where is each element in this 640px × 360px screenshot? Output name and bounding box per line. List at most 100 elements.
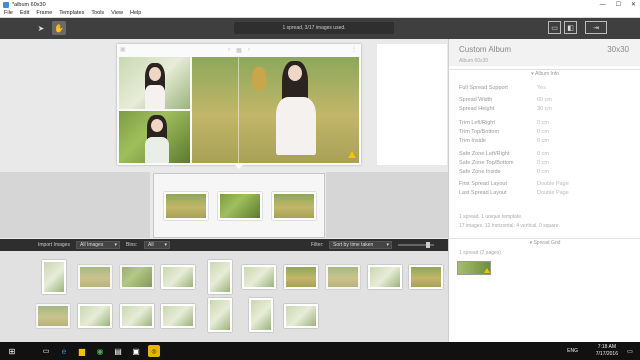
photo-frame-bottom-left[interactable] — [119, 111, 190, 163]
close-button[interactable]: ✕ — [631, 1, 636, 8]
info-row: Full Spread Support Yes — [459, 85, 546, 91]
album-app-icon[interactable]: ◎ — [148, 345, 160, 357]
info-row: Last Spread Layout Double Page — [459, 190, 569, 196]
hand-pan-icon[interactable]: ✋ — [52, 21, 66, 35]
spread-handle-icon[interactable]: ▣ — [120, 46, 126, 53]
low-resolution-warning-icon[interactable] — [348, 151, 356, 158]
menu-tools[interactable]: Tools — [91, 10, 104, 16]
spread-warning-icon — [484, 268, 490, 273]
photo-frame-large[interactable] — [192, 57, 359, 163]
file-explorer-icon[interactable]: ▆ — [76, 345, 88, 357]
pineapple — [252, 67, 266, 91]
info-row: Spread Width 60 cm — [459, 97, 552, 103]
gallery-image[interactable] — [161, 265, 195, 289]
album-subtitle: Album 60x30 — [459, 58, 489, 64]
filmstrip-right-area — [326, 172, 448, 238]
menu-view[interactable]: View — [111, 10, 123, 16]
import-toolbar: Import Images All Images ▾ Bins: All ▾ Fil… — [0, 239, 448, 251]
menu-templates[interactable]: Templates — [59, 10, 84, 16]
window-title: *album 60x30 — [12, 1, 46, 8]
album-summary-line2: 17 images. 12 horizontal. 4 vertical. 0 … — [459, 223, 560, 229]
gallery-image[interactable] — [249, 298, 273, 332]
spread-menu-icon[interactable]: ⋮ — [351, 46, 357, 53]
person-face — [151, 119, 163, 132]
gallery-image[interactable] — [120, 265, 154, 289]
spread-filmstrip — [153, 173, 325, 238]
minimize-button[interactable]: — — [600, 2, 606, 8]
maximize-button[interactable]: ☐ — [616, 1, 621, 8]
app-logo-icon — [3, 1, 9, 8]
gallery-image[interactable] — [284, 304, 318, 328]
gallery-image[interactable] — [78, 265, 112, 289]
chevron-down-icon: ▾ — [114, 242, 117, 248]
next-spread-icon[interactable]: › — [248, 47, 250, 53]
task-view-icon[interactable]: ▭ — [40, 345, 52, 357]
notification-icon[interactable]: ▭ — [624, 345, 636, 357]
gallery-image[interactable] — [284, 265, 318, 289]
chevron-down-icon: ▾ — [164, 242, 167, 248]
menu-help[interactable]: Help — [130, 10, 141, 16]
gallery-image[interactable] — [120, 304, 154, 328]
import-images-button[interactable]: Import Images — [38, 242, 70, 248]
panel-header: Custom Album 30x30 Album 60x30 — [449, 39, 640, 66]
gallery-image[interactable] — [208, 260, 232, 294]
photo-frame-top-left[interactable] — [119, 57, 190, 109]
spread-view-icon[interactable]: ◧ — [564, 21, 577, 34]
gallery-image[interactable] — [208, 298, 232, 332]
single-page-view-icon[interactable]: ▭ — [548, 21, 561, 34]
gallery-image[interactable] — [368, 265, 402, 289]
spread-thumbnail[interactable] — [272, 192, 316, 220]
page-gutter-line — [238, 57, 239, 163]
menu-edit[interactable]: Edit — [20, 10, 29, 16]
info-row: Trim Top/Bottom 0 cm — [459, 129, 549, 135]
person-dress — [276, 97, 316, 155]
info-row: Safe Zone Top/Bottom 0 cm — [459, 160, 549, 166]
slider-knob[interactable] — [426, 242, 430, 248]
spread-thumbnail[interactable] — [164, 192, 208, 220]
filmstrip-left-area — [0, 172, 150, 238]
arrow-select-icon[interactable]: ➤ — [34, 21, 48, 35]
app-icon[interactable]: ▣ — [130, 345, 142, 357]
edge-browser-icon[interactable]: e — [58, 345, 70, 357]
gallery-image[interactable] — [42, 260, 66, 294]
store-icon[interactable]: ▤ — [112, 345, 124, 357]
windows-taskbar: ⊞ ▭ e ▆ ◉ ▤ ▣ ◎ ENG 7:18 AM 7/17/2016 ▭ — [0, 342, 640, 360]
gallery-image[interactable] — [409, 265, 443, 289]
chrome-icon[interactable]: ◉ — [94, 345, 106, 357]
section-album-info-label: Album Info — [535, 70, 559, 77]
section-spread-grid-label: Spread Grid — [533, 239, 561, 246]
section-album-info[interactable]: ▾ Album Info — [449, 69, 640, 77]
menu-frame[interactable]: Frame — [36, 10, 52, 16]
section-spread-grid[interactable]: ▾ Spread Grid — [449, 238, 640, 246]
person-face — [149, 67, 161, 81]
info-row: Trim Left/Right 0 cm — [459, 120, 549, 126]
gallery-image[interactable] — [242, 265, 276, 289]
bins-value: All — [148, 242, 154, 248]
export-icon[interactable]: ⇥ — [585, 21, 607, 34]
spread-grid-thumbnail[interactable] — [457, 261, 491, 275]
bins-select[interactable]: All ▾ — [144, 241, 170, 249]
menu-file[interactable]: File — [4, 10, 13, 16]
clock-date: 7/17/2016 — [595, 351, 618, 357]
album-info-panel: Custom Album 30x30 Album 60x30 ▾ Album I… — [448, 39, 640, 342]
sort-value: Sort by time taken — [333, 242, 374, 248]
sort-select[interactable]: Sort by time taken ▾ — [329, 241, 392, 249]
gallery-image[interactable] — [78, 304, 112, 328]
album-spread[interactable]: ‹ ▦ › ⋮ ▣ — [117, 44, 361, 165]
spread-grid-note: 1 spread (2 pages) — [459, 250, 501, 256]
spread-grid-icon[interactable]: ▦ — [236, 47, 242, 54]
canvas-area: ‹ ▦ › ⋮ ▣ — [0, 39, 448, 239]
image-gallery — [0, 251, 448, 342]
system-clock[interactable]: 7:18 AM 7/17/2016 — [596, 344, 618, 358]
gallery-image[interactable] — [326, 265, 360, 289]
images-filter-select[interactable]: All Images ▾ — [76, 241, 120, 249]
next-spread-placeholder[interactable] — [377, 44, 447, 165]
windows-start-icon[interactable]: ⊞ — [6, 345, 18, 357]
album-size: 30x30 — [607, 45, 629, 54]
gallery-image[interactable] — [36, 304, 70, 328]
input-language[interactable]: ENG — [567, 348, 578, 354]
gallery-image[interactable] — [161, 304, 195, 328]
info-row: Trim Inside 0 cm — [459, 138, 549, 144]
prev-spread-icon[interactable]: ‹ — [228, 47, 230, 53]
spread-thumbnail[interactable] — [218, 192, 262, 220]
